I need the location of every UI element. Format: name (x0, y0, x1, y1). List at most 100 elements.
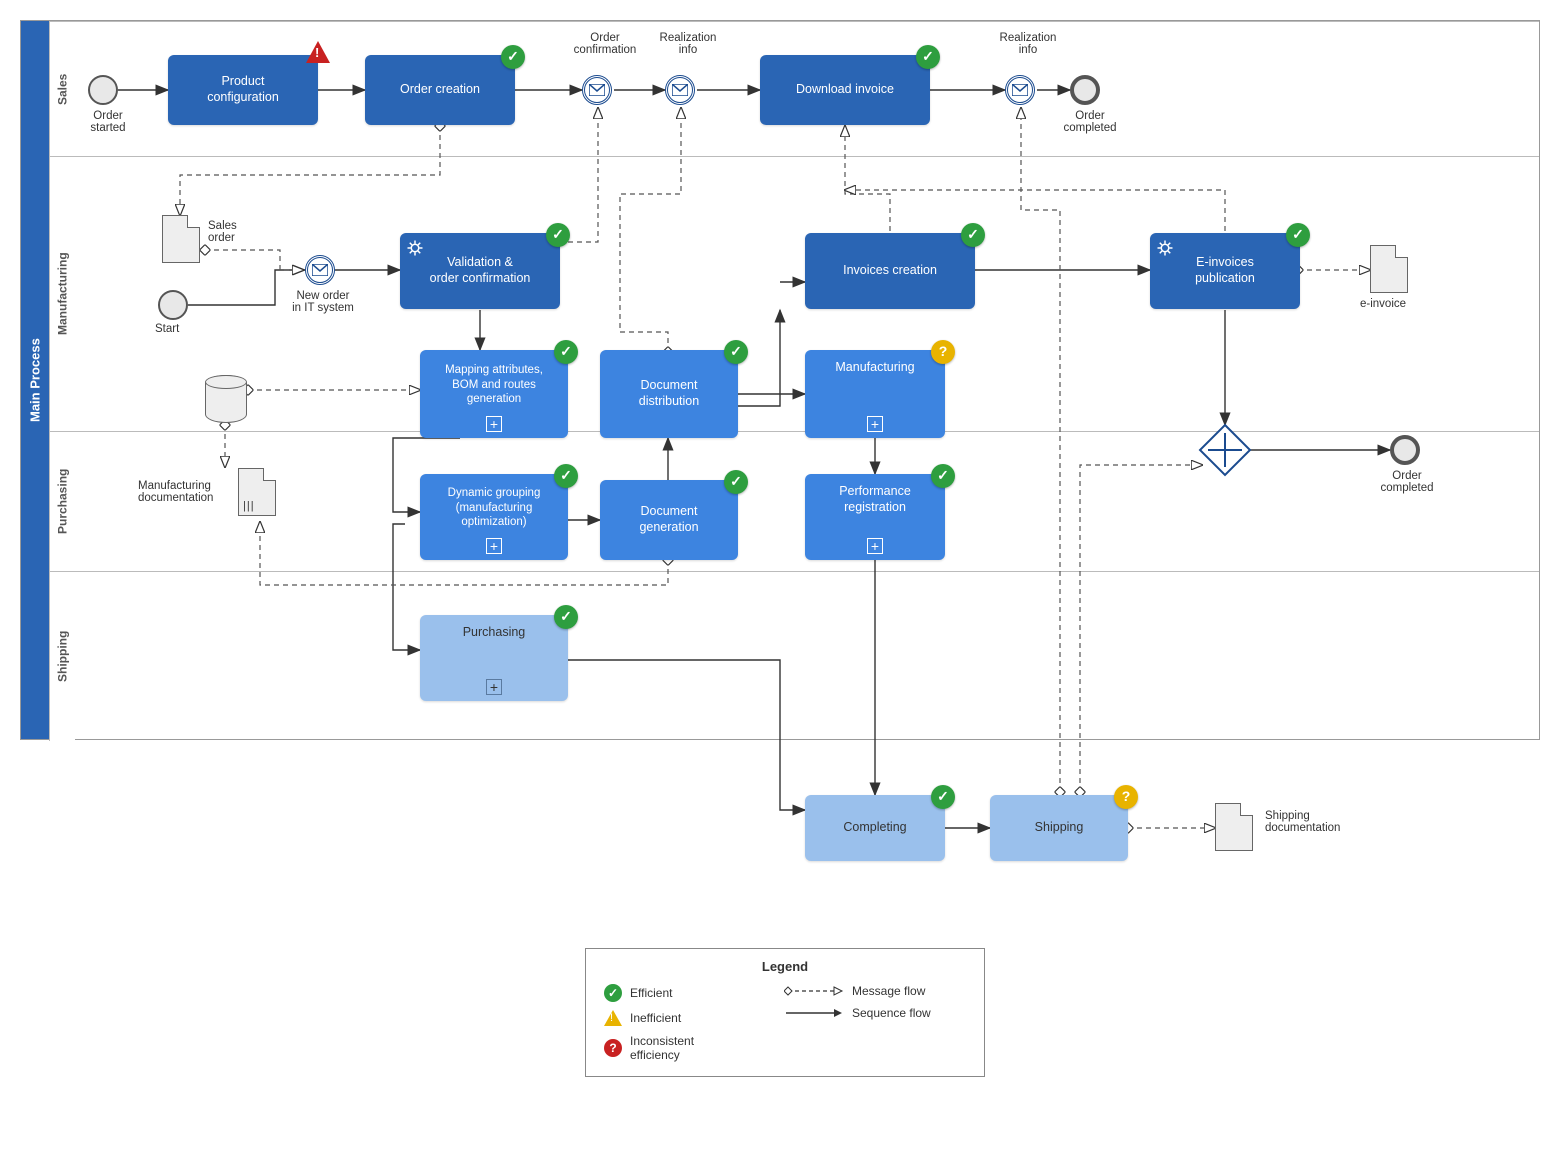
status-efficient-icon: ✓ (961, 223, 985, 247)
legend-label: Sequence flow (852, 1006, 931, 1020)
status-efficient-icon: ✓ (546, 223, 570, 247)
task-mapping-attributes[interactable]: Mapping attributes,BOM and routesgenerat… (420, 350, 568, 438)
legend: Legend ✓ Efficient ! Inefficient ? Incon… (585, 948, 985, 1077)
label-order-completed-main: Ordercompleted (1372, 470, 1442, 494)
status-efficient-icon: ✓ (724, 340, 748, 364)
label-sales-order: Salesorder (208, 220, 258, 244)
status-inconsistent-icon: ? (604, 1039, 622, 1057)
legend-label: Message flow (852, 984, 925, 998)
task-label: Documentgeneration (639, 504, 698, 535)
status-efficient-icon: ✓ (931, 785, 955, 809)
task-label: Manufacturing (835, 360, 914, 376)
envelope-icon (312, 264, 328, 276)
status-efficient-icon: ✓ (724, 470, 748, 494)
status-efficient-icon: ✓ (916, 45, 940, 69)
lane-header-manufacturing: Manufacturing (49, 157, 75, 431)
data-object-shipping-doc (1215, 803, 1253, 851)
legend-label: Inefficient (630, 1011, 681, 1025)
label-mfg-doc: Manufacturingdocumentation (138, 480, 234, 504)
task-label: Invoices creation (843, 263, 937, 279)
subprocess-icon (486, 416, 502, 432)
task-label: E-invoicespublication (1195, 255, 1255, 286)
pool-header-main: Main Process (21, 21, 49, 739)
status-efficient-icon: ✓ (604, 984, 622, 1002)
task-manufacturing[interactable]: Manufacturing ? (805, 350, 945, 438)
message-event-new-order (305, 255, 335, 285)
legend-label: Inconsistentefficiency (630, 1034, 694, 1062)
task-label: Productconfiguration (207, 74, 279, 105)
start-event-sales (158, 290, 188, 320)
task-label: Download invoice (796, 82, 894, 98)
lane-header-purchasing: Purchasing (49, 432, 75, 571)
task-label: Order creation (400, 82, 480, 98)
label-order-completed-client: Ordercompleted (1055, 110, 1125, 134)
status-efficient-icon: ✓ (554, 464, 578, 488)
subprocess-icon (486, 679, 502, 695)
label-order-started: Orderstarted (78, 110, 138, 134)
bpmn-diagram: Client Main Process Sales Manufacturing … (20, 20, 1540, 1150)
task-label: Shipping (1035, 820, 1084, 836)
status-inefficient-icon: ! (604, 1010, 622, 1026)
data-object-sales-order (162, 215, 200, 263)
task-document-distribution[interactable]: Documentdistribution ✓ (600, 350, 738, 438)
task-einvoices-publication[interactable]: E-invoicespublication ✓ (1150, 233, 1300, 309)
task-validation-confirmation[interactable]: Validation &order confirmation ✓ (400, 233, 560, 309)
task-purchasing[interactable]: Purchasing ✓ (420, 615, 568, 701)
task-invoices-creation[interactable]: Invoices creation ✓ (805, 233, 975, 309)
envelope-icon (672, 84, 688, 96)
status-efficient-icon: ✓ (554, 340, 578, 364)
legend-item-sequence-flow: Sequence flow (784, 1006, 931, 1020)
task-product-configuration[interactable]: Productconfiguration (168, 55, 318, 125)
legend-item-message-flow: Message flow (784, 984, 925, 998)
lane-shipping: Shipping (49, 571, 1539, 741)
status-efficient-icon: ✓ (1286, 223, 1310, 247)
label-shipping-doc: Shippingdocumentation (1265, 810, 1365, 834)
message-event-realization-1 (665, 75, 695, 105)
task-label: Documentdistribution (639, 378, 699, 409)
status-efficient-icon: ✓ (931, 464, 955, 488)
data-object-mfg-doc: ||| (238, 468, 276, 516)
status-efficient-icon: ✓ (554, 605, 578, 629)
multi-instance-icon: ||| (243, 500, 255, 512)
task-performance-registration[interactable]: Performanceregistration ✓ (805, 474, 945, 560)
message-event-realization-2 (1005, 75, 1035, 105)
end-event-order-completed-main (1390, 435, 1420, 465)
end-event-order-completed-client (1070, 75, 1100, 105)
task-order-creation[interactable]: Order creation ✓ (365, 55, 515, 125)
task-label: Purchasing (463, 625, 526, 641)
lane-header-sales: Sales (49, 22, 75, 156)
message-event-order-confirmation (582, 75, 612, 105)
label-realization-2: Realizationinfo (988, 32, 1068, 56)
data-object-einvoice (1370, 245, 1408, 293)
legend-item-inefficient: ! Inefficient (604, 1010, 681, 1026)
legend-item-efficient: ✓ Efficient (604, 984, 672, 1002)
task-label: Completing (843, 820, 906, 836)
task-label: Performanceregistration (839, 484, 911, 515)
envelope-icon (1012, 84, 1028, 96)
legend-label: Efficient (630, 986, 672, 1000)
subprocess-icon (867, 538, 883, 554)
envelope-icon (589, 84, 605, 96)
task-completing[interactable]: Completing ✓ (805, 795, 945, 861)
label-start-sales: Start (155, 323, 179, 335)
status-efficient-icon: ✓ (501, 45, 525, 69)
gear-icon (406, 239, 424, 257)
message-flow-icon (784, 985, 844, 997)
lane-header-shipping: Shipping (49, 572, 75, 741)
status-inconsistent-icon: ? (931, 340, 955, 364)
legend-title: Legend (604, 959, 966, 974)
subprocess-icon (867, 416, 883, 432)
task-label: Dynamic grouping(manufacturingoptimizati… (448, 486, 541, 529)
task-dynamic-grouping[interactable]: Dynamic grouping(manufacturingoptimizati… (420, 474, 568, 560)
label-order-confirmation: Orderconfirmation (565, 32, 645, 56)
lane-manufacturing: Manufacturing (49, 156, 1539, 431)
pool-main-process: Main Process Sales Manufacturing Purchas… (20, 20, 1540, 740)
task-shipping[interactable]: Shipping ? (990, 795, 1128, 861)
start-event-order-started (88, 75, 118, 105)
task-document-generation[interactable]: Documentgeneration ✓ (600, 480, 738, 560)
gear-icon (1156, 239, 1174, 257)
task-label: Validation &order confirmation (430, 255, 531, 286)
status-inconsistent-icon: ? (1114, 785, 1138, 809)
task-download-invoice[interactable]: Download invoice ✓ (760, 55, 930, 125)
legend-item-inconsistent: ? Inconsistentefficiency (604, 1034, 694, 1062)
